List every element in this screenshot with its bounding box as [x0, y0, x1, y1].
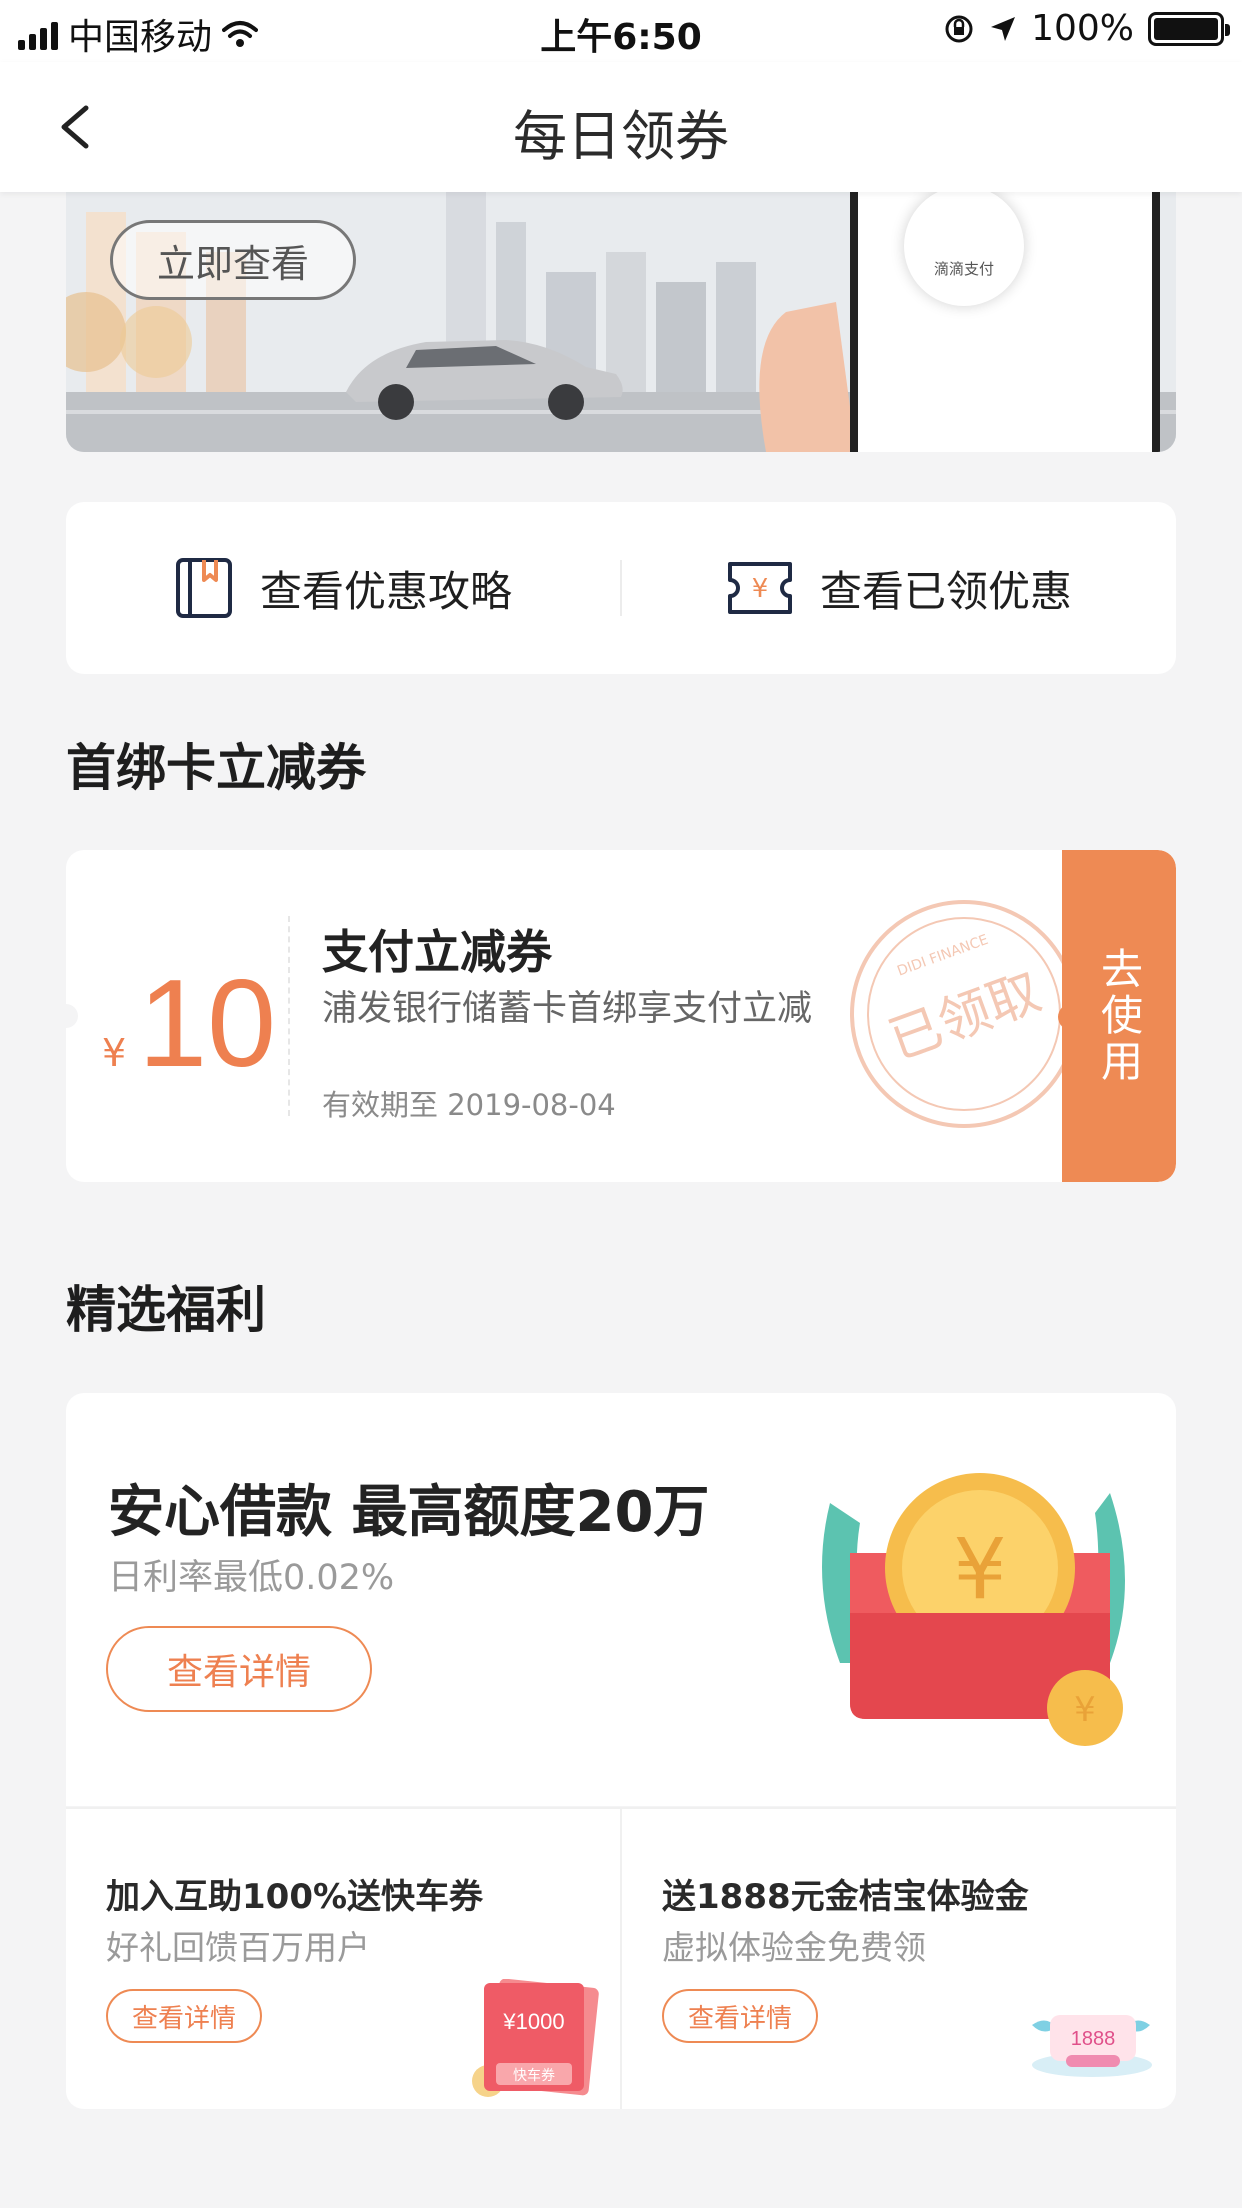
status-bar: 中国移动 上午6:50 100%: [0, 0, 1242, 62]
location-arrow-icon: [991, 16, 1016, 41]
book-icon: [175, 558, 232, 618]
view-now-button[interactable]: 立即查看: [110, 220, 356, 300]
coupon-value: 10: [138, 955, 277, 1093]
benefit-item-title: 加入互助100%送快车券: [106, 1877, 484, 1917]
svg-text:¥: ¥: [752, 574, 769, 604]
coupon-title: 支付立减券: [322, 925, 552, 979]
coupon-notch: [66, 1004, 78, 1028]
yen-ticket-icon: ¥: [727, 562, 792, 614]
ticket-value: ¥1000: [502, 2009, 564, 2034]
benefit-item-experience-fund[interactable]: 送1888元金桔宝体验金 虚拟体验金免费领 查看详情 1888: [620, 1809, 1176, 2109]
status-right: 100%: [943, 8, 1230, 49]
phone-payment-bubble: 滴滴支付: [904, 192, 1024, 306]
mutual-aid-details-button[interactable]: 查看详情: [106, 1989, 262, 2043]
battery-percent: 100%: [1031, 8, 1134, 49]
use-coupon-button[interactable]: 去使用: [1062, 850, 1176, 1182]
coupon-description: 浦发银行储蓄卡首绑享支付立减: [322, 989, 813, 1029]
nav-bar: 每日领券: [0, 62, 1242, 192]
page-title: 每日领券: [513, 105, 729, 168]
experience-fund-details-button[interactable]: 查看详情: [662, 1989, 818, 2043]
shortcut-label: 查看优惠攻略: [259, 566, 512, 616]
shortcut-claimed-offers[interactable]: ¥ 查看已领优惠: [622, 502, 1176, 674]
claimed-stamp: 已领取 DIDI FINANCE: [850, 900, 1078, 1128]
phone-illustration: 滴滴支付: [850, 192, 1160, 452]
coupon-currency: ¥: [102, 1031, 127, 1075]
coupon-amount: ¥ 10: [102, 962, 276, 1086]
shortcut-card: 查看优惠攻略 ¥ 查看已领优惠: [66, 502, 1176, 674]
shortcut-label: 查看已领优惠: [819, 566, 1072, 616]
section-title-coupon: 首绑卡立减券: [66, 739, 366, 797]
benefit-item-subtitle: 好礼回馈百万用户: [106, 1928, 370, 1967]
ticket-label: 快车券: [513, 2067, 555, 2084]
benefit-item-mutual-aid[interactable]: 加入互助100%送快车券 好礼回馈百万用户 查看详情 ¥1000 快车券: [66, 1809, 620, 2109]
red-envelope-coin-illustration: ¥ ¥: [822, 1473, 1125, 1746]
battery-icon: [1148, 11, 1230, 46]
badge-value: 1888: [1071, 2028, 1116, 2050]
benefit-row: 加入互助100%送快车券 好礼回馈百万用户 查看详情 ¥1000 快车券 送18…: [66, 1807, 1176, 2109]
benefit-title: 安心借款 最高额度20万: [108, 1480, 710, 1545]
coupon-card[interactable]: ¥ 10 支付立减券 浦发银行储蓄卡首绑享支付立减 有效期至 2019-08-0…: [66, 850, 1176, 1182]
loan-details-button[interactable]: 查看详情: [106, 1626, 372, 1712]
section-title-benefits: 精选福利: [66, 1281, 266, 1339]
stamp-brand: DIDI FINANCE: [895, 932, 990, 980]
svg-text:¥: ¥: [1074, 1690, 1096, 1730]
coupon-divider: [288, 916, 290, 1116]
benefit-item-subtitle: 虚拟体验金免费领: [662, 1928, 926, 1967]
benefit-item-title: 送1888元金桔宝体验金: [662, 1877, 1029, 1917]
orientation-lock-icon: [945, 15, 973, 42]
stamp-text: 已领取: [881, 962, 1048, 1072]
promo-banner[interactable]: 滴滴支付 立即查看: [66, 192, 1176, 452]
ride-ticket-illustration: ¥1000 快车券: [472, 1979, 599, 2097]
benefit-subtitle: 日利率最低0.02%: [108, 1558, 395, 1598]
loan-benefit-card[interactable]: 安心借款 最高额度20万 日利率最低0.02% 查看详情 ¥ ¥: [66, 1393, 1176, 1806]
gift-badge-illustration: 1888: [1032, 2015, 1152, 2077]
svg-text:¥: ¥: [953, 1520, 1006, 1618]
shortcut-offer-guide[interactable]: 查看优惠攻略: [66, 502, 620, 674]
coupon-validity: 有效期至 2019-08-04: [322, 1088, 616, 1122]
